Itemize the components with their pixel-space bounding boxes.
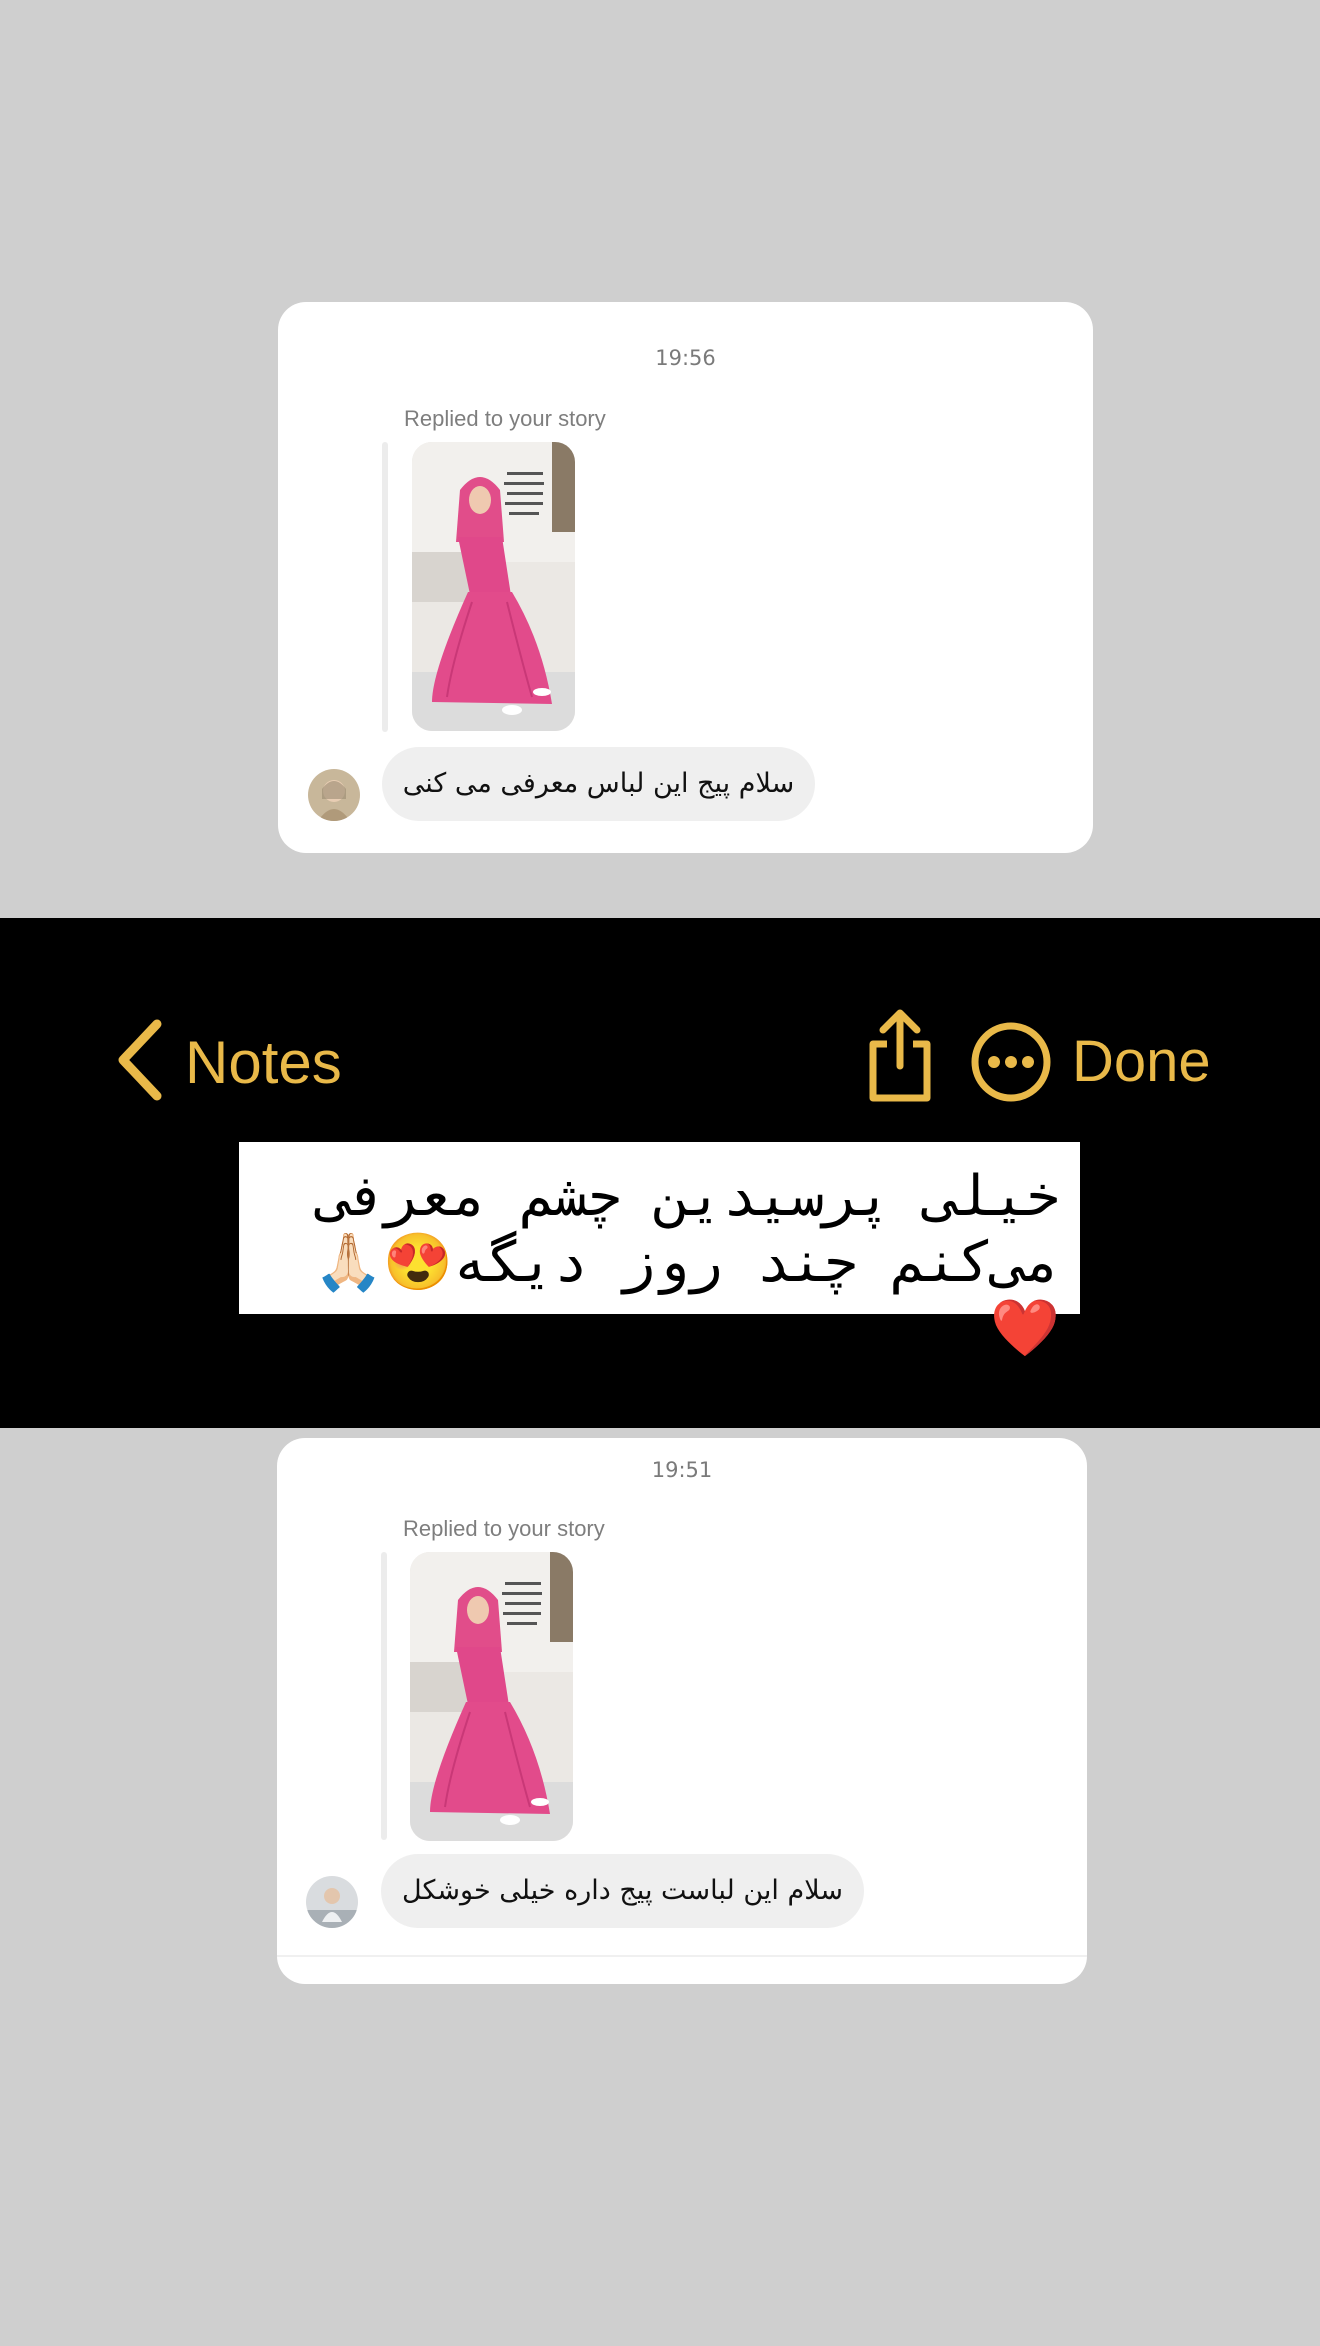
- reply-quote-bar: [381, 1552, 387, 1840]
- story-thumbnail[interactable]: [412, 442, 575, 731]
- share-icon: [865, 1009, 935, 1108]
- message-card-bottom: 19:51 Replied to your story سلام این لبا…: [277, 1438, 1087, 1984]
- sender-avatar[interactable]: [308, 769, 360, 821]
- message-bubble: سلام پیج این لباس معرفی می کنی: [382, 747, 815, 821]
- notes-back-button[interactable]: Notes: [115, 1018, 342, 1106]
- done-button[interactable]: Done: [1072, 1022, 1211, 1102]
- message-bubble: سلام این لباست پیج داره خیلی خوشکل: [381, 1854, 864, 1928]
- message-card-top: 19:56 Replied to your story سلام پیج این…: [278, 302, 1093, 853]
- note-text: خیلی پرسیدین چشم معرفی می‌کنم چند روز دی…: [313, 1164, 1060, 1361]
- share-button[interactable]: [865, 1008, 935, 1108]
- more-options-button[interactable]: [970, 1021, 1052, 1107]
- more-icon: [970, 1022, 1052, 1107]
- divider: [277, 1955, 1087, 1957]
- notes-back-label: Notes: [185, 1028, 342, 1096]
- reply-quote-bar: [382, 442, 388, 732]
- replied-to-story-label: Replied to your story: [403, 1516, 605, 1541]
- message-timestamp: 19:51: [651, 1458, 713, 1482]
- chevron-left-icon: [115, 1018, 163, 1106]
- story-thumbnail[interactable]: [410, 1552, 573, 1841]
- replied-to-story-label: Replied to your story: [404, 406, 606, 431]
- note-text-area[interactable]: خیلی پرسیدین چشم معرفی می‌کنم چند روز دی…: [239, 1142, 1080, 1361]
- sender-avatar[interactable]: [306, 1876, 358, 1928]
- message-timestamp: 19:56: [655, 346, 716, 370]
